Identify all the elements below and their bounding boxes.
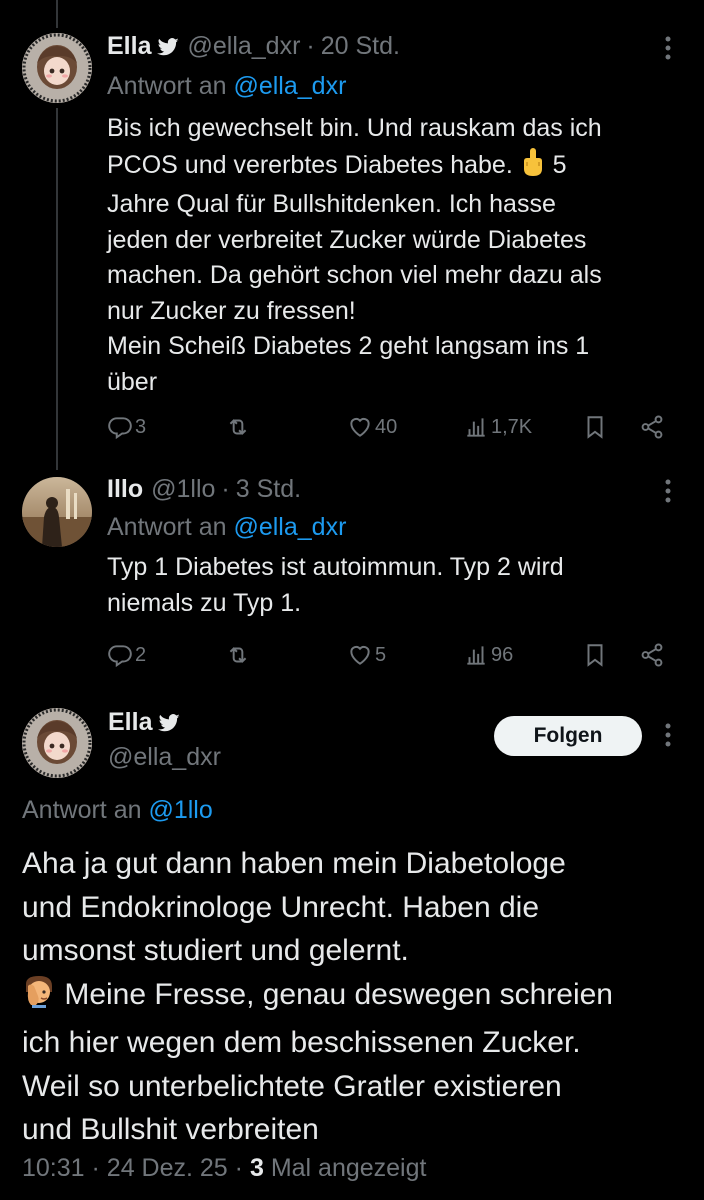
view-count: 3 (249, 1154, 264, 1182)
reply-prefix: Antwort an (22, 796, 142, 824)
tweet-date[interactable]: 24 Dez. 25 (107, 1154, 228, 1182)
reply-count: 2 (135, 643, 147, 666)
facepalm-emoji-icon (22, 974, 56, 1021)
main-author-row: Ella (108, 707, 181, 737)
views-count: 96 (491, 643, 514, 666)
tweet-header: Illo @1llo · 3 Std. (107, 474, 301, 504)
tweet-text: Bis ich gewechselt bin. Und rauskam das … (107, 111, 677, 400)
share-icon (641, 643, 663, 667)
separator: · (306, 32, 315, 60)
like-count: 5 (375, 643, 387, 666)
reply-icon (108, 417, 132, 440)
tweet-actions: 3 40 1,7K (107, 409, 677, 445)
bookmark-button[interactable] (582, 637, 608, 673)
tweet-actions: 2 5 96 (107, 637, 677, 673)
views-button[interactable]: 96 (463, 637, 513, 673)
tweet-text: Typ 1 Diabetes ist autoimmun. Typ 2 wird… (107, 553, 564, 617)
separator: · (221, 475, 230, 503)
author-name[interactable]: Ella (107, 31, 151, 61)
like-button[interactable]: 40 (347, 409, 397, 445)
tweet-thread: Ella @ella_dxr · 20 Std. Antwort an @ell… (0, 0, 704, 1200)
timestamp[interactable]: 20 Std. (321, 31, 400, 61)
reply-icon (108, 645, 132, 668)
reply-count: 3 (135, 415, 147, 438)
views-icon (467, 418, 485, 437)
separator: · (234, 1154, 243, 1182)
heart-icon (350, 645, 370, 665)
tweet-text-part: Meine Fresse, genau deswegen schreien ic… (22, 978, 613, 1147)
tweet-header: Ella @ella_dxr · 20 Std. (107, 31, 400, 61)
thread-line (56, 108, 58, 470)
more-options-icon[interactable] (654, 720, 682, 750)
like-button[interactable]: 5 (347, 637, 386, 673)
avatar[interactable] (22, 708, 92, 778)
views-count: 1,7K (491, 415, 533, 438)
tweet-time[interactable]: 10:31 (22, 1154, 85, 1182)
reply-handle-link[interactable]: @1llo (148, 796, 212, 824)
reply-tweet[interactable]: Illo @1llo · 3 Std. Antwort an @ella_dxr… (0, 470, 704, 685)
tweet-meta: 10:31 · 24 Dez. 25 · 3 Mal angezeigt (22, 1153, 426, 1183)
more-options-icon[interactable] (654, 476, 682, 506)
timestamp[interactable]: 3 Std. (236, 474, 301, 504)
retweet-icon (229, 647, 247, 663)
view-count-label: Mal angezeigt (270, 1154, 427, 1182)
reply-handle-link[interactable]: @ella_dxr (233, 72, 346, 100)
avatar[interactable] (22, 33, 92, 103)
views-button[interactable]: 1,7K (463, 409, 532, 445)
reply-context: Antwort an @1llo (22, 795, 213, 825)
bookmark-button[interactable] (582, 409, 608, 445)
reply-context: Antwort an @ella_dxr (107, 512, 346, 542)
like-count: 40 (375, 415, 398, 438)
retweet-icon (229, 419, 247, 435)
reply-context: Antwort an @ella_dxr (107, 71, 346, 101)
verified-icon (158, 711, 181, 733)
author-handle[interactable]: @ella_dxr (187, 31, 300, 61)
verified-icon (157, 35, 180, 57)
middle-finger-emoji-icon (520, 147, 546, 188)
thread-line (56, 0, 58, 28)
author-handle[interactable]: @1llo (151, 474, 215, 504)
author-name[interactable]: Ella (108, 707, 152, 737)
reply-prefix: Antwort an (107, 72, 227, 100)
bookmark-icon (587, 416, 603, 439)
separator: · (91, 1154, 100, 1182)
follow-button[interactable]: Folgen (494, 716, 642, 756)
more-options-icon[interactable] (654, 33, 682, 63)
tweet-text-part: 5 Jahre Qual für Bullshitdenken. Ich has… (107, 150, 602, 396)
tweet-text-part: Aha ja gut dann haben mein Diabetologe u… (22, 847, 566, 968)
reply-tweet[interactable]: Ella @ella_dxr · 20 Std. Antwort an @ell… (0, 0, 704, 470)
share-button[interactable] (639, 409, 665, 445)
heart-icon (350, 417, 370, 437)
author-name[interactable]: Illo (107, 474, 143, 504)
reply-button[interactable]: 3 (107, 409, 146, 445)
avatar[interactable] (22, 477, 92, 547)
share-icon (641, 415, 663, 439)
views-icon (467, 646, 485, 665)
share-button[interactable] (639, 637, 665, 673)
main-tweet-text: Aha ja gut dann haben mein Diabetologe u… (22, 842, 692, 1152)
reply-prefix: Antwort an (107, 513, 227, 541)
author-handle[interactable]: @ella_dxr (108, 742, 221, 772)
reply-handle-link[interactable]: @ella_dxr (233, 513, 346, 541)
retweet-button[interactable] (225, 409, 251, 445)
retweet-button[interactable] (225, 637, 251, 673)
bookmark-icon (587, 644, 603, 667)
reply-button[interactable]: 2 (107, 637, 146, 673)
